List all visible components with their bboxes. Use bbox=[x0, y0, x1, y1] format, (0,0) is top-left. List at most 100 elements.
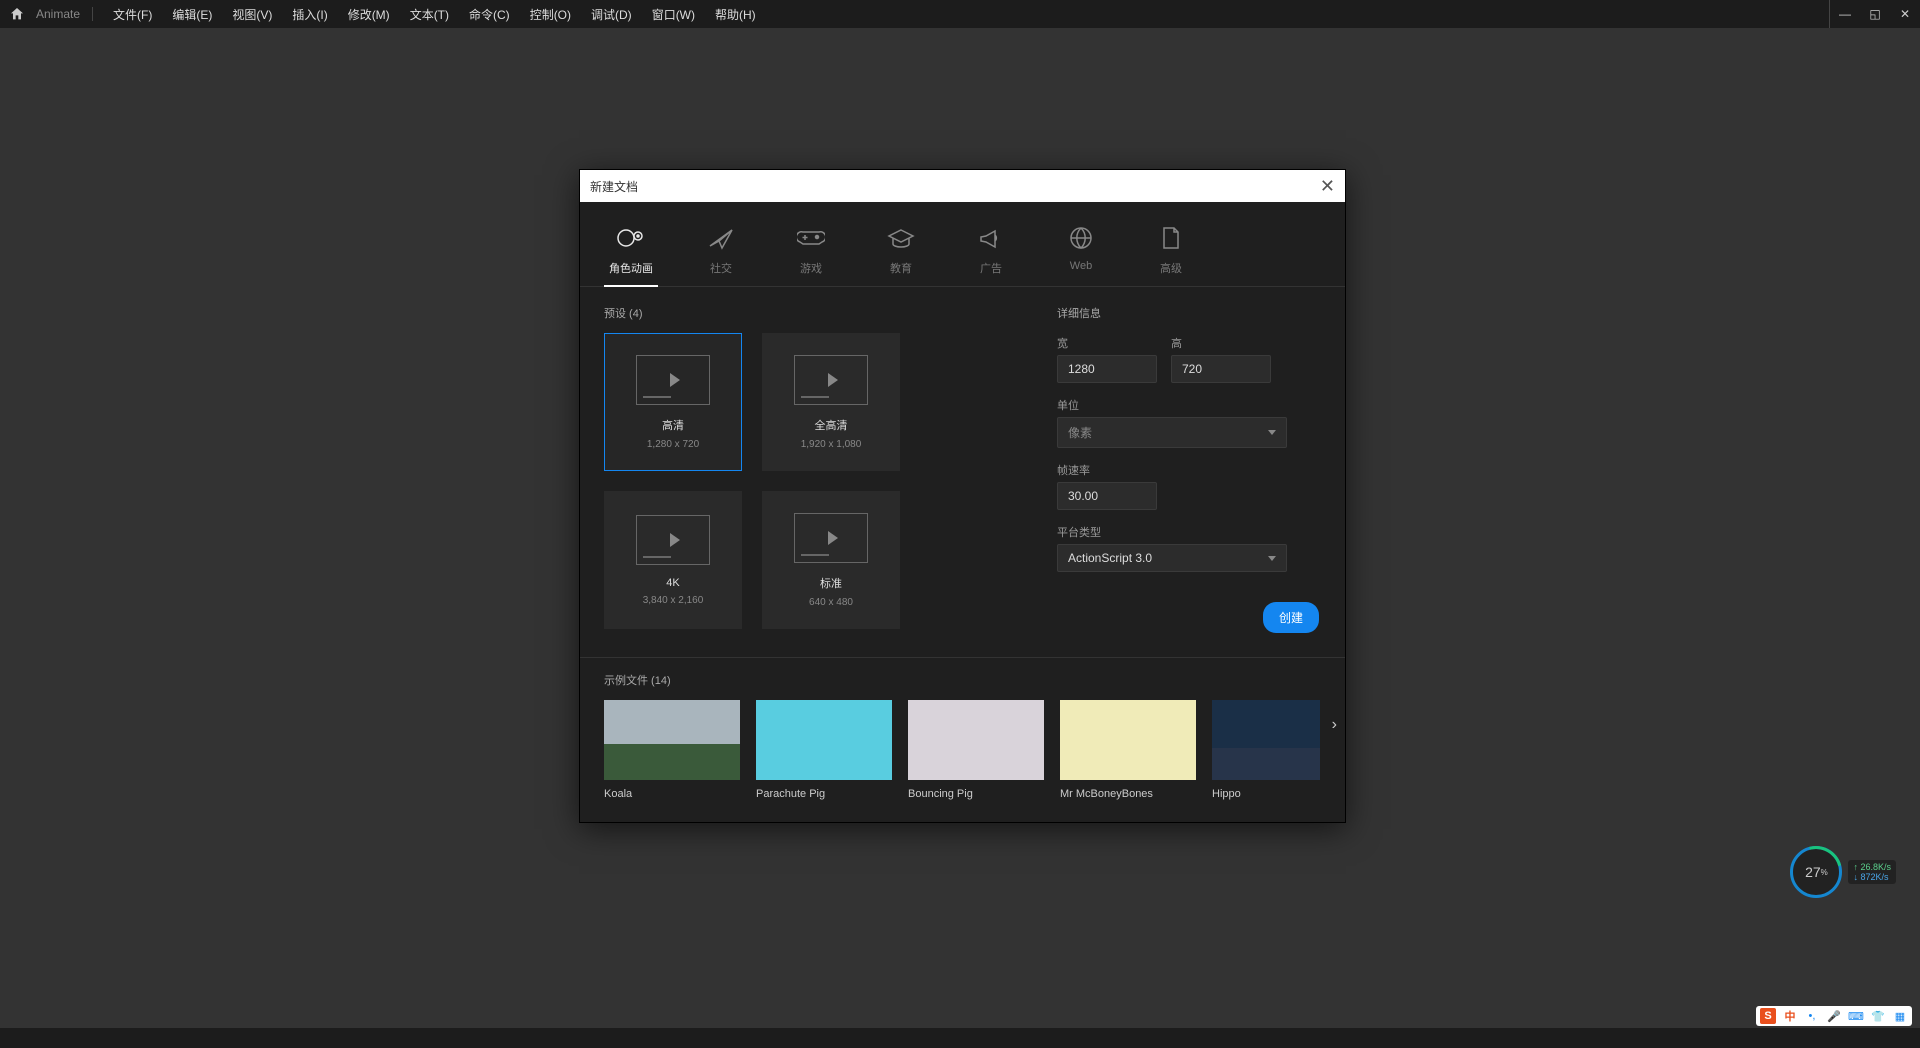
samples-title: 示例文件 (14) bbox=[604, 672, 1321, 688]
details-title: 详细信息 bbox=[1057, 305, 1319, 321]
preset-dims: 1,920 x 1,080 bbox=[801, 439, 862, 450]
document-icon bbox=[1161, 222, 1181, 254]
platform-select[interactable]: ActionScript 3.0 bbox=[1057, 544, 1287, 572]
width-input[interactable] bbox=[1057, 355, 1157, 383]
net-down: ↓ 872K/s bbox=[1853, 872, 1891, 882]
dialog-title: 新建文档 bbox=[590, 178, 638, 195]
character-icon bbox=[616, 222, 646, 254]
home-icon[interactable] bbox=[8, 5, 26, 23]
tab-label: 游戏 bbox=[800, 260, 822, 276]
ime-lang[interactable]: 中 bbox=[1782, 1008, 1798, 1024]
menu-bar: 文件(F) 编辑(E) 视图(V) 插入(I) 修改(M) 文本(T) 命令(C… bbox=[103, 6, 766, 23]
sample-name: Hippo bbox=[1212, 788, 1320, 800]
tab-web[interactable]: Web bbox=[1054, 222, 1108, 286]
preset-name: 4K bbox=[666, 577, 679, 589]
preset-icon bbox=[636, 515, 710, 565]
height-input[interactable] bbox=[1171, 355, 1271, 383]
sample-thumb bbox=[908, 700, 1044, 780]
create-button[interactable]: 创建 bbox=[1263, 602, 1319, 633]
preset-icon bbox=[794, 355, 868, 405]
graduation-icon bbox=[887, 222, 915, 254]
sample-thumb bbox=[756, 700, 892, 780]
sample-koala[interactable]: Koala bbox=[604, 700, 740, 800]
tab-label: 社交 bbox=[710, 260, 732, 276]
globe-icon bbox=[1069, 222, 1093, 254]
menu-debug[interactable]: 调试(D) bbox=[581, 6, 642, 23]
system-gauge-widget[interactable]: 27% ↑ 26.8K/s ↓ 872K/s bbox=[1790, 846, 1896, 898]
gauge-circle: 27% bbox=[1790, 846, 1842, 898]
preset-name: 标准 bbox=[820, 575, 842, 591]
menu-view[interactable]: 视图(V) bbox=[222, 6, 282, 23]
menu-insert[interactable]: 插入(I) bbox=[282, 6, 337, 23]
menu-file[interactable]: 文件(F) bbox=[103, 6, 162, 23]
sample-thumb bbox=[604, 700, 740, 780]
status-bar bbox=[0, 1028, 1920, 1048]
tab-education[interactable]: 教育 bbox=[874, 222, 928, 286]
close-window-button[interactable]: ✕ bbox=[1890, 0, 1920, 28]
preset-dims: 3,840 x 2,160 bbox=[643, 595, 704, 606]
menu-text[interactable]: 文本(T) bbox=[400, 6, 459, 23]
ime-toolbar[interactable]: S 中 •, 🎤 ⌨ 👕 ▦ bbox=[1756, 1006, 1912, 1026]
ime-mic-icon[interactable]: 🎤 bbox=[1826, 1008, 1842, 1024]
dialog-close-button[interactable]: ✕ bbox=[1320, 176, 1335, 197]
preset-4k[interactable]: 4K 3,840 x 2,160 bbox=[604, 491, 742, 629]
ime-keyboard-icon[interactable]: ⌨ bbox=[1848, 1008, 1864, 1024]
gauge-percent: 27 bbox=[1805, 864, 1821, 880]
sample-name: Parachute Pig bbox=[756, 788, 892, 800]
platform-label: 平台类型 bbox=[1057, 524, 1319, 540]
preset-hd[interactable]: 高清 1,280 x 720 bbox=[604, 333, 742, 471]
menu-help[interactable]: 帮助(H) bbox=[705, 6, 766, 23]
menu-modify[interactable]: 修改(M) bbox=[338, 6, 400, 23]
sample-name: Mr McBoneyBones bbox=[1060, 788, 1196, 800]
gamepad-icon bbox=[797, 222, 825, 254]
tab-social[interactable]: 社交 bbox=[694, 222, 748, 286]
sample-parachute-pig[interactable]: Parachute Pig bbox=[756, 700, 892, 800]
chevron-down-icon bbox=[1268, 430, 1276, 435]
preset-icon bbox=[794, 513, 868, 563]
tab-ads[interactable]: 广告 bbox=[964, 222, 1018, 286]
preset-name: 高清 bbox=[662, 417, 684, 433]
units-select[interactable]: 像素 bbox=[1057, 417, 1287, 448]
sample-name: Bouncing Pig bbox=[908, 788, 1044, 800]
samples-next-button[interactable]: › bbox=[1332, 716, 1337, 734]
ime-toolbox-icon[interactable]: ▦ bbox=[1892, 1008, 1908, 1024]
presets-title: 预设 (4) bbox=[604, 305, 1027, 321]
fps-label: 帧速率 bbox=[1057, 462, 1319, 478]
preset-dims: 1,280 x 720 bbox=[647, 439, 699, 450]
net-stats: ↑ 26.8K/s ↓ 872K/s bbox=[1848, 860, 1896, 884]
menu-cmd[interactable]: 命令(C) bbox=[459, 6, 520, 23]
megaphone-icon bbox=[978, 222, 1004, 254]
sample-hippo[interactable]: Hippo bbox=[1212, 700, 1320, 800]
ime-punct-icon[interactable]: •, bbox=[1804, 1008, 1820, 1024]
units-label: 单位 bbox=[1057, 397, 1319, 413]
menu-ctrl[interactable]: 控制(O) bbox=[520, 6, 581, 23]
tab-label: 教育 bbox=[890, 260, 912, 276]
preset-name: 全高清 bbox=[815, 417, 848, 433]
sogou-icon[interactable]: S bbox=[1760, 1008, 1776, 1024]
tab-game[interactable]: 游戏 bbox=[784, 222, 838, 286]
preset-fullhd[interactable]: 全高清 1,920 x 1,080 bbox=[762, 333, 900, 471]
tab-label: 角色动画 bbox=[609, 260, 653, 276]
preset-icon bbox=[636, 355, 710, 405]
minimize-button[interactable]: — bbox=[1829, 0, 1860, 28]
category-tabs: 角色动画 社交 游戏 教育 广告 Web bbox=[580, 202, 1345, 287]
units-value: 像素 bbox=[1068, 424, 1092, 441]
ime-skin-icon[interactable]: 👕 bbox=[1870, 1008, 1886, 1024]
samples-row: Koala Parachute Pig Bouncing Pig Mr McBo… bbox=[604, 700, 1321, 800]
width-label: 宽 bbox=[1057, 335, 1157, 351]
window-controls: — ◱ ✕ bbox=[1829, 0, 1920, 28]
maximize-button[interactable]: ◱ bbox=[1860, 0, 1890, 28]
fps-input[interactable] bbox=[1057, 482, 1157, 510]
tab-label: 广告 bbox=[980, 260, 1002, 276]
menu-window[interactable]: 窗口(W) bbox=[642, 6, 705, 23]
dialog-header: 新建文档 ✕ bbox=[580, 170, 1345, 202]
sample-boneybones[interactable]: Mr McBoneyBones bbox=[1060, 700, 1196, 800]
paper-plane-icon bbox=[708, 222, 734, 254]
sample-bouncing-pig[interactable]: Bouncing Pig bbox=[908, 700, 1044, 800]
chevron-down-icon bbox=[1268, 556, 1276, 561]
menu-edit[interactable]: 编辑(E) bbox=[162, 6, 222, 23]
preset-sd[interactable]: 标准 640 x 480 bbox=[762, 491, 900, 629]
tab-character-anim[interactable]: 角色动画 bbox=[604, 222, 658, 286]
tab-advanced[interactable]: 高级 bbox=[1144, 222, 1198, 286]
platform-value: ActionScript 3.0 bbox=[1068, 551, 1152, 565]
